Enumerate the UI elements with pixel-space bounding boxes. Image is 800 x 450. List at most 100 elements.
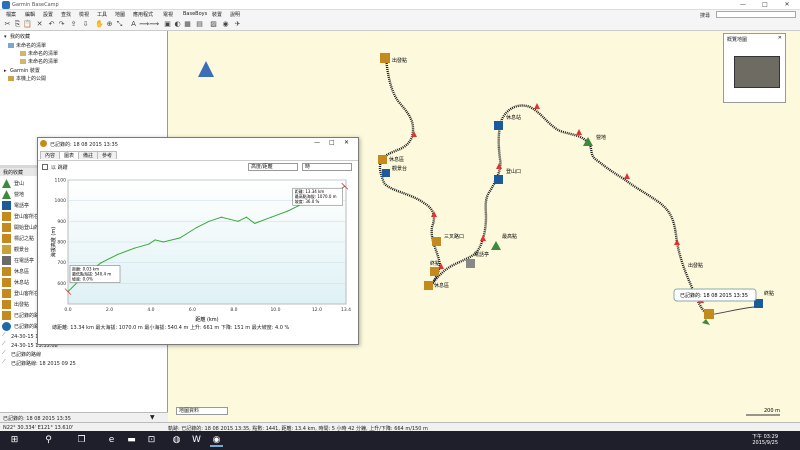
x-tick-label: 12.0 — [312, 307, 322, 313]
edge-icon[interactable]: e — [105, 434, 118, 447]
task-view-icon[interactable]: ❐ — [75, 434, 88, 447]
list-item[interactable]: 觀景台 — [2, 245, 29, 255]
minimize-button[interactable]: — — [732, 0, 754, 10]
maximize-button[interactable]: □ — [329, 139, 335, 146]
search-icon[interactable]: ⚲ — [42, 434, 55, 447]
menu-tv[interactable]: 電視 — [163, 11, 173, 18]
copy-icon[interactable]: ⎘ — [13, 20, 22, 29]
track-row[interactable]: ⟋ 已記錄路線: 18 2015 09 25 — [2, 359, 76, 369]
new-route-icon[interactable]: ⟿ — [139, 20, 149, 29]
overview-map[interactable] — [734, 56, 780, 88]
menu-settings[interactable]: 設置 — [43, 11, 53, 18]
waypoint-icon[interactable] — [704, 309, 714, 319]
menu-baseboys[interactable]: BaseBoys — [183, 11, 207, 17]
waypoint-icon[interactable] — [424, 281, 433, 290]
menu-map[interactable]: 地圖 — [115, 11, 125, 18]
menu-help[interactable]: 說明 — [230, 11, 240, 18]
list-item[interactable]: 營地 — [2, 190, 24, 200]
explorer-icon[interactable]: ▬ — [125, 434, 138, 447]
waypoint-icon[interactable] — [430, 267, 439, 276]
waypoint-icon[interactable] — [494, 175, 503, 184]
collapse-icon[interactable]: ▾ — [4, 34, 8, 40]
track-line[interactable] — [378, 58, 709, 316]
hand-tool-icon[interactable]: ✋ — [95, 20, 104, 29]
close-button[interactable]: ✕ — [776, 0, 798, 10]
xaxis-select[interactable]: 時 — [302, 163, 352, 171]
tab-notes[interactable]: 備註 — [78, 151, 99, 159]
track-icon — [40, 140, 47, 147]
list-item[interactable]: 登山 — [2, 179, 24, 189]
gps-icon[interactable]: ✈ — [233, 20, 242, 29]
menu-edit[interactable]: 編輯 — [25, 11, 35, 18]
list-item[interactable]: 登山客所在 — [2, 289, 39, 299]
close-button[interactable]: ✕ — [344, 139, 349, 146]
menu-apps[interactable]: 應用程式 — [133, 11, 153, 18]
redo-icon[interactable]: ↷ — [57, 20, 66, 29]
jump-checkbox[interactable] — [42, 164, 48, 170]
tree-root[interactable]: ▾ 我的收藏 — [4, 33, 30, 40]
tree-folder[interactable]: 未命名的清單 — [8, 42, 46, 49]
waypoint-icon[interactable] — [491, 241, 501, 250]
overview-window[interactable]: 概覽地圖 ✕ — [723, 33, 786, 103]
layers-icon[interactable]: ▤ — [195, 20, 204, 29]
tree-list-2[interactable]: 未命名的清單 — [20, 58, 58, 65]
list-item[interactable]: 休息站 — [2, 278, 29, 288]
word-icon[interactable]: W — [190, 434, 203, 447]
minimize-button[interactable]: — — [314, 139, 320, 146]
new-waypoint-icon[interactable]: A — [129, 20, 138, 29]
tab-properties[interactable]: 內容 — [40, 151, 61, 159]
maximize-button[interactable]: □ — [754, 0, 776, 10]
waypoint-icon[interactable] — [380, 53, 390, 63]
chart-summary: 總距離: 13.34 km 最大海拔: 1070.0 m 最小海拔: 540.4… — [52, 325, 290, 331]
globe-icon[interactable]: ◐ — [173, 20, 182, 29]
map-view-icon[interactable]: ▣ — [163, 20, 172, 29]
tab-chart[interactable]: 圖表 — [59, 151, 80, 159]
close-icon[interactable]: ✕ — [778, 35, 782, 41]
tree-device[interactable]: ▸ Garmin 裝置 — [4, 67, 40, 74]
system-clock[interactable]: 下午 03:29 2015/9/25 — [752, 434, 778, 446]
data-point — [100, 262, 102, 264]
waypoint-icon[interactable] — [583, 137, 593, 146]
elevation-chart[interactable]: 600 700 800 900 1000 1100 0.0 2.0 4.0 6.0 8.0 10.0 1… — [50, 174, 352, 324]
waypoint-icon[interactable] — [494, 121, 503, 130]
tab-references[interactable]: 參考 — [97, 151, 118, 159]
delete-icon[interactable]: ✕ — [35, 20, 44, 29]
tree-local[interactable]: 本機上的公開 — [8, 75, 46, 82]
undo-icon[interactable]: ↶ — [47, 20, 56, 29]
zoom-icon[interactable]: ⊕ — [105, 20, 114, 29]
menu-find[interactable]: 查找 — [61, 11, 71, 18]
list-item[interactable]: 休息區 — [2, 267, 29, 277]
basecamp-icon[interactable]: ◉ — [210, 434, 223, 447]
status-bar: N22° 30.334' E121° 13.610' 軌跡: 已記錄的: 18 … — [0, 422, 800, 432]
send-icon[interactable]: ⇪ — [69, 20, 78, 29]
cut-icon[interactable]: ✂ — [3, 20, 12, 29]
grid-icon[interactable]: ▦ — [183, 20, 192, 29]
filter-icon[interactable]: ▼ — [150, 414, 155, 421]
windows-start-icon[interactable]: ⊞ — [8, 434, 21, 447]
map-layer-select[interactable]: 地圖資料 — [176, 407, 228, 415]
menu-device[interactable]: 裝置 — [212, 11, 222, 18]
list-item[interactable]: 電話亭 — [2, 201, 29, 211]
receive-icon[interactable]: ⇩ — [81, 20, 90, 29]
store-icon[interactable]: ⊡ — [145, 434, 158, 447]
waypoint-icon[interactable] — [432, 237, 441, 246]
new-track-icon[interactable]: ⟿ — [149, 20, 159, 29]
list-item[interactable]: 標記之點 — [2, 234, 34, 244]
waypoint-icon[interactable] — [382, 169, 390, 177]
waypoint-icon[interactable] — [378, 155, 387, 164]
list-item[interactable]: 出發點 — [2, 300, 29, 310]
tree-list-1[interactable]: 未命名的清單 — [20, 50, 58, 57]
geotag-icon[interactable]: ◉ — [221, 20, 230, 29]
paste-icon[interactable]: 📋 — [23, 20, 32, 29]
menu-file[interactable]: 檔案 — [6, 11, 16, 18]
measure-icon[interactable]: ⤡ — [115, 20, 124, 29]
waypoint-icon[interactable] — [466, 259, 475, 268]
menu-tools[interactable]: 工具 — [97, 11, 107, 18]
search-input[interactable] — [716, 11, 796, 18]
tooltip-line: 坡度: 0.0% — [72, 276, 93, 282]
list-item[interactable]: 在電話亭 — [2, 256, 34, 266]
menu-view[interactable]: 檢視 — [79, 11, 89, 18]
series-select[interactable]: 高度/距離 — [248, 163, 298, 171]
photo-icon[interactable]: ▨ — [209, 20, 218, 29]
chrome-icon[interactable]: ◍ — [170, 434, 183, 447]
